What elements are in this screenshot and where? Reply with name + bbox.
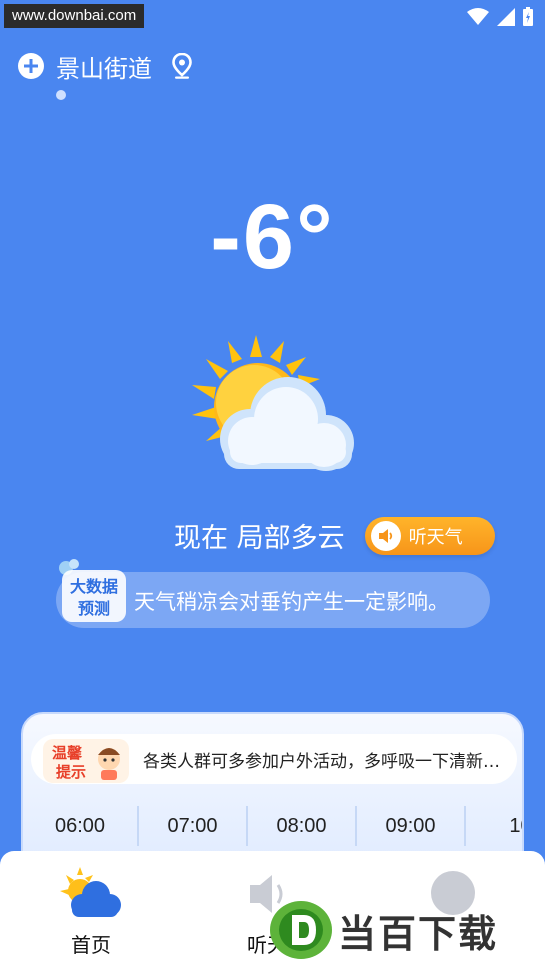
status-icons xyxy=(467,7,533,26)
status-bar: www.downbai.com xyxy=(0,0,545,32)
listen-weather-button[interactable]: 听天气 xyxy=(364,516,495,555)
battery-icon xyxy=(523,7,533,26)
hour-cell[interactable]: 09:00 xyxy=(357,806,466,846)
speaker-icon xyxy=(370,520,401,551)
condition-row: 现在 局部多云 听天气 xyxy=(174,516,495,555)
tip-text: 各类人群可多参加户外活动，多呼吸一下清新空气。 xyxy=(143,752,503,772)
weather-home-icon xyxy=(60,867,122,919)
tip-bar[interactable]: 温馨 提示 各类人群可多参加户外活动，多呼吸一下清新空气。 xyxy=(31,734,517,784)
hour-cell[interactable]: 07:00 xyxy=(139,806,248,846)
tip-badge-line2: 提示 xyxy=(56,763,86,781)
current-temperature: -6° xyxy=(210,186,335,288)
listen-weather-label: 听天气 xyxy=(408,526,463,548)
brand-logo-icon xyxy=(268,899,334,961)
location-row: 景山街道 xyxy=(18,48,192,84)
signal-icon xyxy=(497,8,515,26)
hour-cell[interactable]: 10 xyxy=(466,806,522,846)
site-watermark: www.downbai.com xyxy=(4,4,145,28)
hourly-row: 06:00 07:00 08:00 09:00 10 xyxy=(23,806,522,846)
brand-watermark: 当百下载 xyxy=(268,895,543,965)
hour-cell[interactable]: 08:00 xyxy=(248,806,357,846)
bigdata-forecast-banner: 大数据 预测 天气稍凉会对垂钓产生一定影响。 xyxy=(56,559,490,628)
bigdata-badge: 大数据 预测 xyxy=(56,558,132,628)
hour-cell[interactable]: 06:00 xyxy=(23,806,139,846)
wifi-icon xyxy=(467,8,489,26)
bigdata-badge-line2: 预测 xyxy=(78,599,110,618)
city-name[interactable]: 景山街道 xyxy=(56,49,152,84)
add-city-icon[interactable] xyxy=(18,53,44,79)
partly-cloudy-icon xyxy=(188,335,358,475)
tip-badge-line1: 温馨 xyxy=(52,744,83,762)
location-pin-icon[interactable] xyxy=(172,52,192,79)
brand-text: 当百下载 xyxy=(338,911,499,956)
bigdata-forecast-text: 天气稍凉会对垂钓产生一定影响。 xyxy=(134,590,449,614)
page-indicator-dot xyxy=(56,90,66,100)
nav-home[interactable]: 首页 xyxy=(36,867,146,958)
tip-badge: 温馨 提示 xyxy=(43,739,129,783)
nav-home-label: 首页 xyxy=(71,933,111,957)
weather-condition: 现在 局部多云 xyxy=(174,523,345,554)
bigdata-badge-line1: 大数据 xyxy=(70,577,118,596)
